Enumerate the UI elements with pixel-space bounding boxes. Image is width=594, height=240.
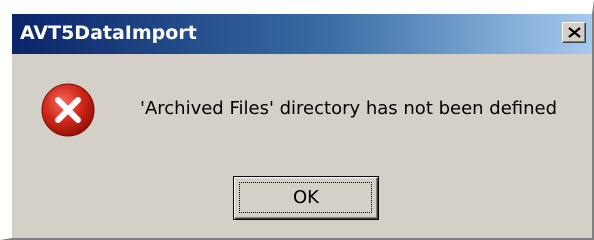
error-message: 'Archived Files' directory has not been … [140,98,558,119]
error-dialog-window: AVT5DataImport 'Archived Files' director… [0,0,594,240]
close-button[interactable] [562,22,586,43]
ok-button-label: OK [293,187,319,208]
close-icon [568,27,581,38]
title-bar[interactable]: AVT5DataImport [12,14,592,54]
ok-button[interactable]: OK [233,176,379,220]
error-icon [41,83,95,137]
window-title: AVT5DataImport [20,22,197,44]
